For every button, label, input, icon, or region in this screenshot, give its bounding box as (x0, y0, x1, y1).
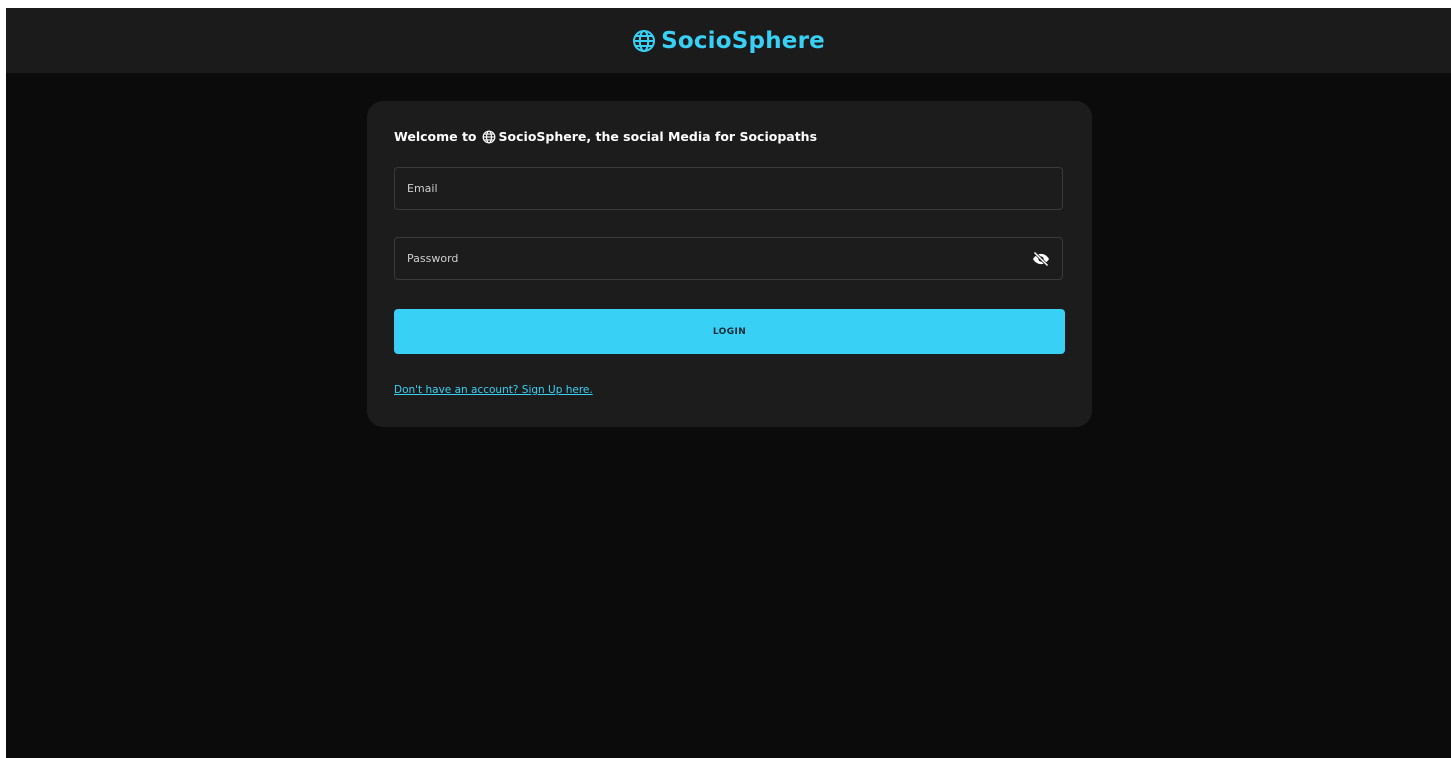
top-bar: SocioSphere (6, 8, 1451, 73)
globe-icon (482, 130, 496, 144)
welcome-brand: SocioSphere, the social Media for Sociop… (498, 129, 818, 144)
welcome-prefix: Welcome to (394, 129, 477, 144)
app-viewport: SocioSphere Welcome to SocioSphere, the … (6, 8, 1451, 758)
email-field-container (394, 167, 1063, 210)
globe-icon (632, 29, 656, 53)
signup-link[interactable]: Don't have an account? Sign Up here. (394, 384, 593, 396)
brand-name: SocioSphere (661, 27, 825, 54)
eye-slash-icon[interactable] (1032, 251, 1050, 267)
login-card: Welcome to SocioSphere, the social Media… (367, 101, 1092, 427)
email-field[interactable] (395, 168, 1062, 209)
brand-logo[interactable]: SocioSphere (632, 28, 825, 54)
password-field-container (394, 237, 1063, 280)
password-field[interactable] (395, 238, 1062, 279)
login-button[interactable]: LOGIN (394, 309, 1065, 354)
welcome-heading: Welcome to SocioSphere, the social Media… (394, 129, 817, 144)
